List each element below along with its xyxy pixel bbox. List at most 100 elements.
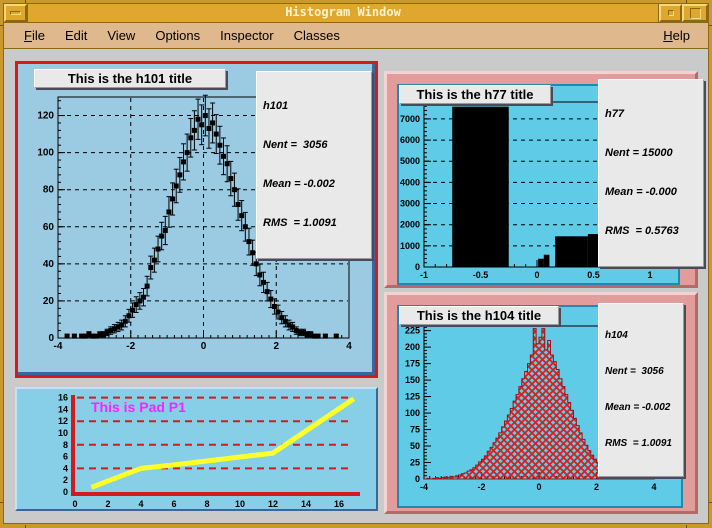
menu-item-help[interactable]: Help	[653, 25, 700, 46]
menu-item-view[interactable]: View	[97, 25, 145, 46]
svg-text:100: 100	[405, 408, 420, 418]
svg-text:-4: -4	[54, 341, 63, 352]
svg-text:2: 2	[63, 475, 68, 485]
svg-text:3000: 3000	[400, 199, 420, 209]
svg-text:7000: 7000	[400, 114, 420, 124]
resize-notch[interactable]	[686, 0, 687, 3]
svg-text:16: 16	[58, 393, 68, 403]
menu-items: FileEditViewOptionsInspectorClasses	[14, 25, 350, 46]
iconify-icon	[668, 10, 674, 16]
h104-title-box[interactable]: This is the h104 title	[399, 306, 559, 325]
window-title: Histogram Window	[27, 4, 659, 22]
svg-text:175: 175	[405, 359, 420, 369]
h77-stats-entries: Nent = 15000	[605, 147, 697, 160]
svg-text:1000: 1000	[400, 241, 420, 251]
svg-text:200: 200	[405, 342, 420, 352]
svg-text:4000: 4000	[400, 177, 420, 187]
svg-text:6: 6	[63, 452, 68, 462]
titlebar[interactable]: Histogram Window	[3, 3, 709, 23]
menubar: FileEditViewOptionsInspectorClasses Help	[3, 23, 709, 49]
h77-title-box[interactable]: This is the h77 title	[399, 85, 551, 104]
h104-stats-box[interactable]: h104 Nent = 3056 Mean = -0.002 RMS = 1.0…	[598, 303, 684, 477]
svg-text:75: 75	[410, 425, 420, 435]
svg-text:14: 14	[58, 404, 68, 414]
h77-stats-mean: Mean = -0.000	[605, 186, 697, 199]
h104-stats-name: h104	[605, 330, 677, 342]
svg-text:40: 40	[43, 259, 55, 270]
svg-text:2: 2	[273, 341, 279, 352]
svg-text:0.5: 0.5	[587, 270, 600, 280]
svg-text:-4: -4	[420, 482, 428, 492]
h104-stats-mean: Mean = -0.002	[605, 402, 677, 414]
maximize-icon	[690, 8, 701, 19]
svg-text:6: 6	[171, 499, 176, 507]
pad-p1[interactable]: 02468101214160246810121416 This is Pad P…	[15, 387, 378, 511]
svg-text:80: 80	[43, 185, 55, 196]
p1-title: This is Pad P1	[91, 399, 186, 415]
svg-text:0: 0	[415, 474, 420, 484]
svg-text:60: 60	[43, 222, 55, 233]
histogram-window: Histogram Window FileEditViewOptionsInsp…	[0, 0, 712, 528]
window-menu-button[interactable]	[4, 4, 27, 22]
h104-stats-rms: RMS = 1.0091	[605, 438, 677, 450]
svg-text:125: 125	[405, 392, 420, 402]
svg-text:8: 8	[63, 440, 68, 450]
help-menu: Help	[653, 25, 700, 46]
svg-text:0: 0	[72, 499, 77, 507]
svg-text:8: 8	[204, 499, 209, 507]
svg-text:10: 10	[58, 428, 68, 438]
svg-text:0: 0	[415, 262, 420, 272]
menu-item-classes[interactable]: Classes	[284, 25, 350, 46]
h101-stats-box[interactable]: h101 Nent = 3056 Mean = -0.002 RMS = 1.0…	[256, 71, 372, 259]
menu-item-file[interactable]: File	[14, 25, 55, 46]
svg-text:100: 100	[37, 148, 54, 159]
resize-notch[interactable]	[0, 25, 3, 26]
svg-text:0: 0	[201, 341, 207, 352]
canvas-h104[interactable]: -4-20240255075100125150175200225 This is…	[384, 292, 698, 514]
resize-notch[interactable]	[25, 0, 26, 3]
svg-text:2: 2	[105, 499, 110, 507]
svg-text:5000: 5000	[400, 156, 420, 166]
svg-text:-0.5: -0.5	[473, 270, 489, 280]
svg-text:10: 10	[235, 499, 245, 507]
h101-title-box[interactable]: This is the h101 title	[34, 69, 226, 88]
svg-text:2000: 2000	[400, 220, 420, 230]
menu-item-options[interactable]: Options	[145, 25, 210, 46]
h77-stats-box[interactable]: h77 Nent = 15000 Mean = -0.000 RMS = 0.5…	[598, 79, 704, 267]
svg-text:20: 20	[43, 296, 55, 307]
svg-text:4: 4	[346, 341, 352, 352]
h77-stats-name: h77	[605, 108, 697, 121]
canvas-h77[interactable]: -1 -0.5 0 0.5 1 0 1000 2000 3000 4000 5000 6000 7000…	[384, 71, 698, 288]
resize-notch[interactable]	[0, 502, 3, 503]
h77-stats-rms: RMS = 0.5763	[605, 225, 697, 238]
iconify-button[interactable]	[659, 4, 682, 22]
svg-text:150: 150	[405, 375, 420, 385]
svg-text:225: 225	[405, 326, 420, 336]
svg-text:4: 4	[651, 482, 656, 492]
p1-plot: 02468101214160246810121416	[17, 389, 373, 507]
svg-text:4: 4	[138, 499, 143, 507]
window-menu-icon	[10, 11, 21, 15]
svg-text:120: 120	[37, 111, 54, 122]
svg-text:-2: -2	[126, 341, 135, 352]
h101-stats-mean: Mean = -0.002	[263, 178, 365, 191]
svg-text:12: 12	[58, 416, 68, 426]
main-canvas: -4-2024020406080100120 This is the h101 …	[3, 49, 709, 524]
svg-text:0: 0	[63, 487, 68, 497]
menu-item-edit[interactable]: Edit	[55, 25, 97, 46]
h101-stats-entries: Nent = 3056	[263, 139, 365, 152]
canvas-h101[interactable]: -4-2024020406080100120 This is the h101 …	[15, 61, 378, 378]
menu-item-inspector[interactable]: Inspector	[210, 25, 283, 46]
svg-text:50: 50	[410, 441, 420, 451]
svg-text:-2: -2	[477, 482, 485, 492]
svg-text:2: 2	[594, 482, 599, 492]
svg-text:6000: 6000	[400, 135, 420, 145]
svg-text:25: 25	[410, 458, 420, 468]
svg-text:-1: -1	[420, 270, 428, 280]
svg-text:14: 14	[301, 499, 311, 507]
svg-text:1: 1	[647, 270, 652, 280]
svg-text:0: 0	[534, 270, 539, 280]
maximize-button[interactable]	[682, 4, 708, 22]
h104-stats-entries: Nent = 3056	[605, 366, 677, 378]
h101-stats-name: h101	[263, 100, 365, 113]
